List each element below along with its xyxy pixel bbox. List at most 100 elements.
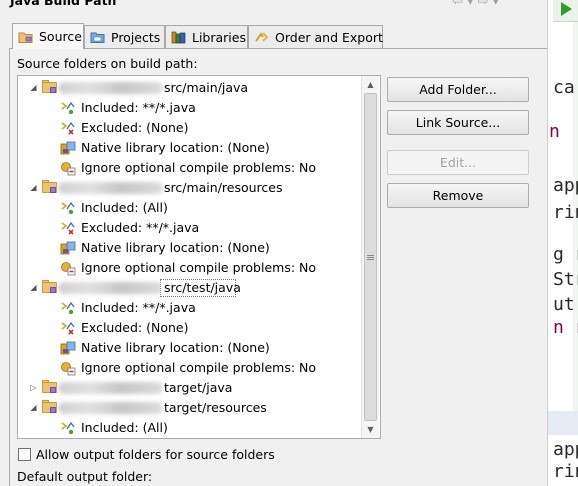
native-library-icon bbox=[60, 240, 76, 256]
folder-attribute-row[interactable]: Excluded: (None) bbox=[18, 318, 362, 338]
folder-attribute-row[interactable]: Included: **/*.java bbox=[18, 98, 362, 118]
run-button[interactable] bbox=[553, 0, 578, 22]
code-fragment: n bbox=[549, 121, 560, 142]
back-menu-icon[interactable]: ▾ bbox=[467, 0, 478, 9]
folder-attribute-row[interactable]: Ignore optional compile problems: No bbox=[18, 258, 362, 278]
native-library-icon bbox=[60, 140, 76, 156]
package-folder-icon bbox=[41, 80, 59, 95]
tab-source[interactable]: Source bbox=[12, 23, 84, 49]
attribute-label: Ignore optional compile problems: No bbox=[81, 360, 317, 375]
tree-vertical-scrollbar[interactable]: ▲ ▼ bbox=[361, 76, 379, 438]
redacted-project-path bbox=[58, 402, 163, 414]
package-folder-icon bbox=[41, 280, 59, 295]
source-folder-row[interactable]: ◢ src/main/java bbox=[18, 78, 362, 98]
attribute-label: Ignore optional compile problems: No bbox=[81, 160, 317, 175]
code-fragment: g r bbox=[553, 244, 578, 265]
include-filter-icon bbox=[60, 200, 76, 216]
source-folder-icon bbox=[18, 30, 34, 44]
tab-order-and-export[interactable]: Order and Export bbox=[248, 25, 383, 48]
collapse-icon[interactable]: ◢ bbox=[29, 83, 38, 92]
back-arrow-icon[interactable]: ⇦ bbox=[452, 0, 467, 9]
forward-arrow-icon[interactable]: ⇨ bbox=[478, 0, 493, 9]
scrollbar-thumb[interactable] bbox=[364, 93, 377, 421]
forward-menu-icon[interactable]: ▾ bbox=[492, 0, 503, 9]
collapse-icon[interactable]: ◢ bbox=[29, 403, 38, 412]
code-fragment: app bbox=[553, 439, 578, 460]
libraries-icon bbox=[171, 30, 187, 44]
source-folder-path: src/test/java bbox=[164, 280, 241, 295]
folder-attribute-row[interactable]: Included: (All) bbox=[18, 198, 362, 218]
edit-button[interactable]: Edit... bbox=[387, 150, 529, 175]
attribute-label: Native library location: (None) bbox=[81, 240, 270, 255]
folder-attribute-row[interactable]: Native library location: (None) bbox=[18, 338, 362, 358]
code-fragment: rin bbox=[553, 461, 578, 482]
exclude-filter-icon bbox=[60, 220, 76, 236]
attribute-label: Included: **/*.java bbox=[81, 300, 196, 315]
tab-projects[interactable]: Projects bbox=[84, 25, 165, 48]
package-folder-icon bbox=[41, 180, 59, 195]
folder-attribute-row[interactable]: Ignore optional compile problems: No bbox=[18, 158, 362, 178]
folder-attribute-row[interactable]: Excluded: **/*.java bbox=[18, 218, 362, 238]
attribute-label: Excluded: (None) bbox=[81, 320, 189, 335]
dialog-title: Java Build Path bbox=[10, 0, 117, 8]
collapse-icon[interactable]: ◢ bbox=[29, 183, 38, 192]
remove-button[interactable]: Remove bbox=[387, 183, 529, 208]
source-folder-row[interactable]: ▷ target/java bbox=[18, 378, 362, 398]
grip-icon bbox=[367, 254, 374, 260]
include-filter-icon bbox=[60, 300, 76, 316]
redacted-project-path bbox=[58, 82, 163, 94]
package-folder-icon bbox=[41, 380, 59, 395]
exclude-filter-icon bbox=[60, 320, 76, 336]
code-fragment: rin bbox=[553, 202, 578, 223]
order-export-icon bbox=[254, 30, 270, 44]
scroll-down-icon[interactable]: ▼ bbox=[362, 421, 379, 438]
redacted-project-path bbox=[58, 382, 163, 394]
ignore-problems-icon bbox=[60, 260, 76, 276]
projects-icon bbox=[90, 30, 106, 44]
code-fragment: n r bbox=[553, 317, 578, 338]
tab-libraries[interactable]: Libraries bbox=[165, 25, 248, 48]
folder-attribute-row[interactable]: Ignore optional compile problems: No bbox=[18, 358, 362, 378]
ignore-problems-icon bbox=[60, 360, 76, 376]
native-library-icon bbox=[60, 340, 76, 356]
source-folder-row[interactable]: ◢ src/main/resources bbox=[18, 178, 362, 198]
scroll-up-icon[interactable]: ▲ bbox=[362, 76, 379, 93]
ignore-problems-icon bbox=[60, 160, 76, 176]
allow-output-folders-checkbox[interactable] bbox=[18, 448, 31, 461]
tab-label: Source bbox=[39, 29, 82, 44]
add-folder-button[interactable]: Add Folder... bbox=[387, 77, 529, 102]
source-folder-path: target/java bbox=[164, 380, 233, 395]
source-folders-tree[interactable]: ◢ src/main/java Included: **/*.java Exclude… bbox=[17, 75, 381, 439]
run-icon bbox=[561, 2, 572, 16]
java-build-path-dialog: Java Build Path ⇦▾⇨▾ Source Projects Lib… bbox=[0, 0, 547, 486]
link-source-button[interactable]: Link Source... bbox=[387, 110, 529, 135]
attribute-label: Native library location: (None) bbox=[81, 140, 270, 155]
code-fragment: Str bbox=[553, 269, 578, 290]
expand-icon[interactable]: ▷ bbox=[29, 383, 38, 392]
attribute-label: Excluded: **/*.java bbox=[81, 220, 200, 235]
folder-attribute-row[interactable]: Native library location: (None) bbox=[18, 138, 362, 158]
attribute-label: Included: (All) bbox=[81, 200, 168, 215]
source-folder-path: src/main/java bbox=[164, 80, 249, 95]
folder-attribute-row[interactable]: Included: (All) bbox=[18, 418, 362, 438]
source-folder-path: target/resources bbox=[164, 400, 267, 415]
folder-attribute-row[interactable]: Excluded: (None) bbox=[18, 118, 362, 138]
code-fragment: ut bbox=[553, 294, 575, 315]
source-folder-row[interactable]: ◢ target/resources bbox=[18, 398, 362, 418]
allow-output-folders-label[interactable]: Allow output folders for source folders bbox=[36, 447, 275, 462]
code-fragment: app bbox=[553, 175, 578, 196]
source-folder-path: src/main/resources bbox=[164, 180, 283, 195]
redacted-project-path bbox=[58, 182, 163, 194]
history-nav: ⇦▾⇨▾ bbox=[452, 0, 503, 9]
folder-attribute-row[interactable]: Included: **/*.java bbox=[18, 298, 362, 318]
attribute-label: Excluded: (None) bbox=[81, 120, 189, 135]
collapse-icon[interactable]: ◢ bbox=[29, 283, 38, 292]
exclude-filter-icon bbox=[60, 120, 76, 136]
title-bar: Java Build Path ⇦▾⇨▾ bbox=[0, 0, 547, 10]
include-filter-icon bbox=[60, 420, 76, 436]
folder-attribute-row[interactable]: Native library location: (None) bbox=[18, 238, 362, 258]
code-fragment: ca bbox=[553, 77, 575, 98]
attribute-label: Included: (All) bbox=[81, 420, 168, 435]
package-folder-icon bbox=[41, 400, 59, 415]
source-folder-row[interactable]: ◢ src/test/java bbox=[18, 278, 362, 298]
